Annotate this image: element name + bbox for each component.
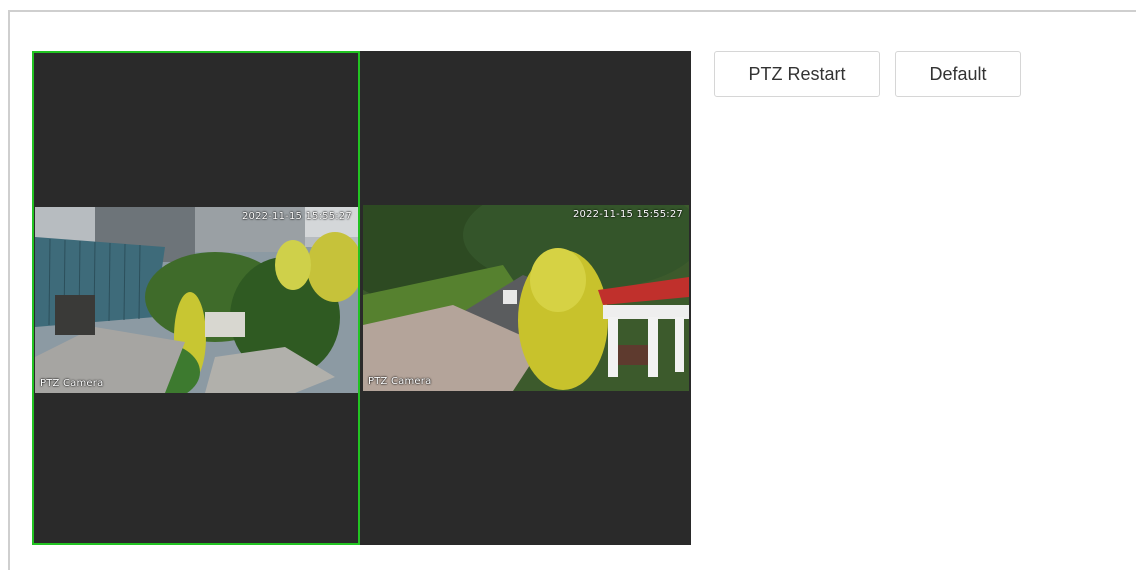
osd-timestamp-2: 2022-11-15 15:55:27 bbox=[572, 209, 683, 220]
video-feed-1: 2022-11-15 15:55:27 PTZ Camera bbox=[35, 207, 358, 393]
video-viewer: 2022-11-15 15:55:27 PTZ Camera 2022-11-1… bbox=[32, 51, 691, 545]
osd-channel-name-2: PTZ Camera bbox=[368, 376, 432, 387]
video-frame-building bbox=[35, 207, 358, 393]
video-frame-courtyard bbox=[363, 205, 689, 391]
video-feed-2: 2022-11-15 15:55:27 PTZ Camera bbox=[363, 205, 689, 391]
ptz-restart-button[interactable]: PTZ Restart bbox=[714, 51, 880, 97]
video-pane-1[interactable]: 2022-11-15 15:55:27 PTZ Camera bbox=[32, 51, 360, 545]
default-button[interactable]: Default bbox=[895, 51, 1021, 97]
osd-channel-name-1: PTZ Camera bbox=[40, 378, 104, 389]
osd-timestamp-1: 2022-11-15 15:55:27 bbox=[241, 211, 352, 222]
video-pane-2[interactable]: 2022-11-15 15:55:27 PTZ Camera bbox=[360, 51, 691, 545]
